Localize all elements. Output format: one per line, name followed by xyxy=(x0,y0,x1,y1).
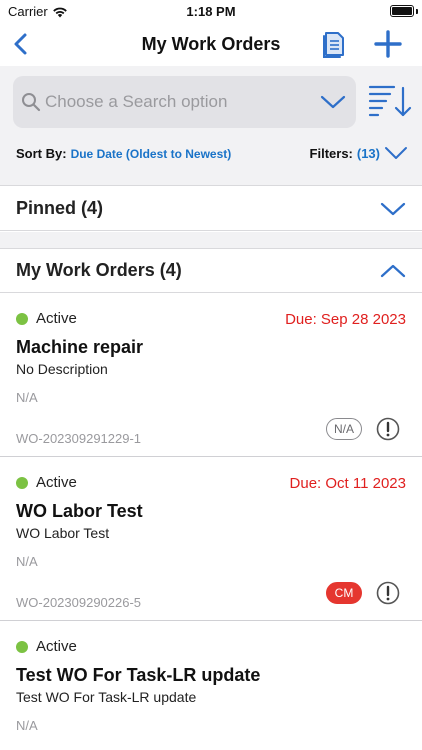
priority-alert-icon[interactable] xyxy=(376,417,400,441)
work-order-description: Test WO For Task-LR update xyxy=(16,689,197,705)
search-input[interactable] xyxy=(45,89,305,115)
status-bar: Carrier 1:18 PM xyxy=(0,0,422,22)
filters-label: Filters: xyxy=(309,145,353,161)
priority-alert-icon[interactable] xyxy=(376,581,400,605)
work-order-asset: N/A xyxy=(16,718,38,733)
clock: 1:18 PM xyxy=(186,4,236,19)
page-title: My Work Orders xyxy=(141,34,281,54)
filters-count[interactable]: (13) xyxy=(357,146,380,161)
plus-icon[interactable] xyxy=(372,28,404,60)
document-icon[interactable] xyxy=(320,29,348,59)
section-pinned-title: Pinned (4) xyxy=(16,198,104,218)
sort-icon[interactable] xyxy=(368,82,412,118)
status-label: Active xyxy=(36,638,77,655)
search-toolbar: Sort By: Due Date (Oldest to Newest) Fil… xyxy=(0,66,422,186)
work-order-card[interactable]: Active Due: Oct 11 2023 WO Labor Test WO… xyxy=(0,458,422,621)
sort-by-label: Sort By: xyxy=(16,146,67,161)
work-order-asset: N/A xyxy=(16,554,38,569)
battery-tip xyxy=(416,9,418,14)
search-dropdown[interactable] xyxy=(13,76,356,128)
work-order-id: WO-202309290226-5 xyxy=(16,595,142,610)
work-order-title: Machine repair xyxy=(16,337,144,357)
status-dot-icon xyxy=(16,476,28,489)
chevron-down-icon[interactable] xyxy=(384,144,408,162)
chevron-up-icon[interactable] xyxy=(380,261,406,281)
work-order-title: Test WO For Task-LR update xyxy=(16,665,261,685)
work-order-title: WO Labor Test xyxy=(16,501,143,521)
type-badge: CM xyxy=(326,582,362,604)
work-order-card[interactable]: Active Due: Sep 28 2023 Machine repair N… xyxy=(0,294,422,457)
work-order-id: WO-202309291229-1 xyxy=(16,431,142,446)
sort-by-value[interactable]: Due Date (Oldest to Newest) xyxy=(71,147,232,161)
work-order-asset: N/A xyxy=(16,390,38,405)
section-pinned[interactable]: Pinned (4) xyxy=(0,187,422,231)
battery-icon xyxy=(390,5,414,17)
section-divider xyxy=(0,232,422,249)
work-order-status: Active xyxy=(16,474,77,491)
type-badge: N/A xyxy=(326,418,362,440)
due-date: Due: Oct 11 2023 xyxy=(289,475,406,492)
chevron-down-icon[interactable] xyxy=(380,199,406,219)
nav-bar: My Work Orders xyxy=(0,22,422,66)
due-date: Due: Sep 28 2023 xyxy=(285,311,406,328)
status-dot-icon xyxy=(16,312,28,325)
status-label: Active xyxy=(36,310,77,327)
filters[interactable]: Filters: (13) xyxy=(310,144,408,162)
section-my-work-orders[interactable]: My Work Orders (4) xyxy=(0,249,422,293)
work-order-status: Active xyxy=(16,310,77,327)
status-dot-icon xyxy=(16,640,28,653)
status-label: Active xyxy=(36,474,77,491)
work-order-card[interactable]: Active Test WO For Task-LR update Test W… xyxy=(0,622,422,750)
work-order-description: WO Labor Test xyxy=(16,525,110,541)
section-my-work-orders-title: My Work Orders (4) xyxy=(16,260,182,280)
chevron-down-icon[interactable] xyxy=(320,92,346,112)
work-order-description: No Description xyxy=(16,361,108,377)
sort-by[interactable]: Sort By: Due Date (Oldest to Newest) xyxy=(16,146,231,161)
work-order-status: Active xyxy=(16,638,77,655)
search-icon xyxy=(22,93,41,112)
